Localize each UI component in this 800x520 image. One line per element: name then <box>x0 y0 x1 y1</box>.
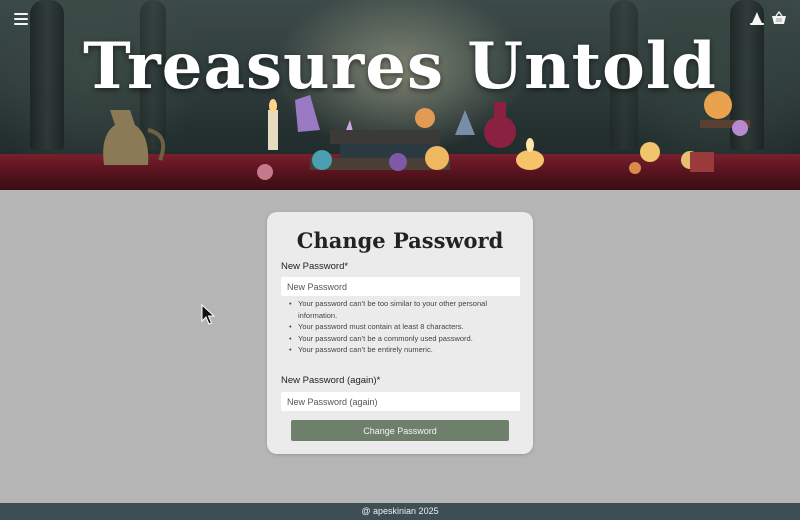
basket-icon[interactable] <box>771 11 787 25</box>
wizard-hat-icon[interactable] <box>749 10 765 26</box>
site-title[interactable]: Treasures Untold <box>0 28 800 106</box>
mouse-pointer-icon <box>201 304 215 325</box>
hamburger-menu-icon <box>14 13 28 15</box>
footer: @ apeskinian 2025 <box>0 503 800 520</box>
hero-banner: Treasures Untold <box>0 0 800 190</box>
password-requirements-list: Your password can’t be too similar to yo… <box>289 298 519 356</box>
confirm-password-input[interactable] <box>281 392 520 411</box>
menu-button[interactable] <box>14 12 28 26</box>
change-password-form: Change Password New Password* Your passw… <box>267 212 533 454</box>
password-requirement-item: Your password can’t be entirely numeric. <box>289 344 519 356</box>
new-password-label: New Password* <box>281 261 349 272</box>
footer-copyright: @ apeskinian 2025 <box>361 506 439 516</box>
password-requirement-item: Your password can’t be too similar to yo… <box>289 298 519 321</box>
form-title: Change Password <box>296 228 504 253</box>
password-requirement-item: Your password can’t be a commonly used p… <box>289 333 519 345</box>
password-requirement-item: Your password must contain at least 8 ch… <box>289 321 519 333</box>
confirm-password-label: New Password (again)* <box>281 375 381 386</box>
change-password-button[interactable]: Change Password <box>291 420 509 441</box>
new-password-input[interactable] <box>281 277 520 296</box>
